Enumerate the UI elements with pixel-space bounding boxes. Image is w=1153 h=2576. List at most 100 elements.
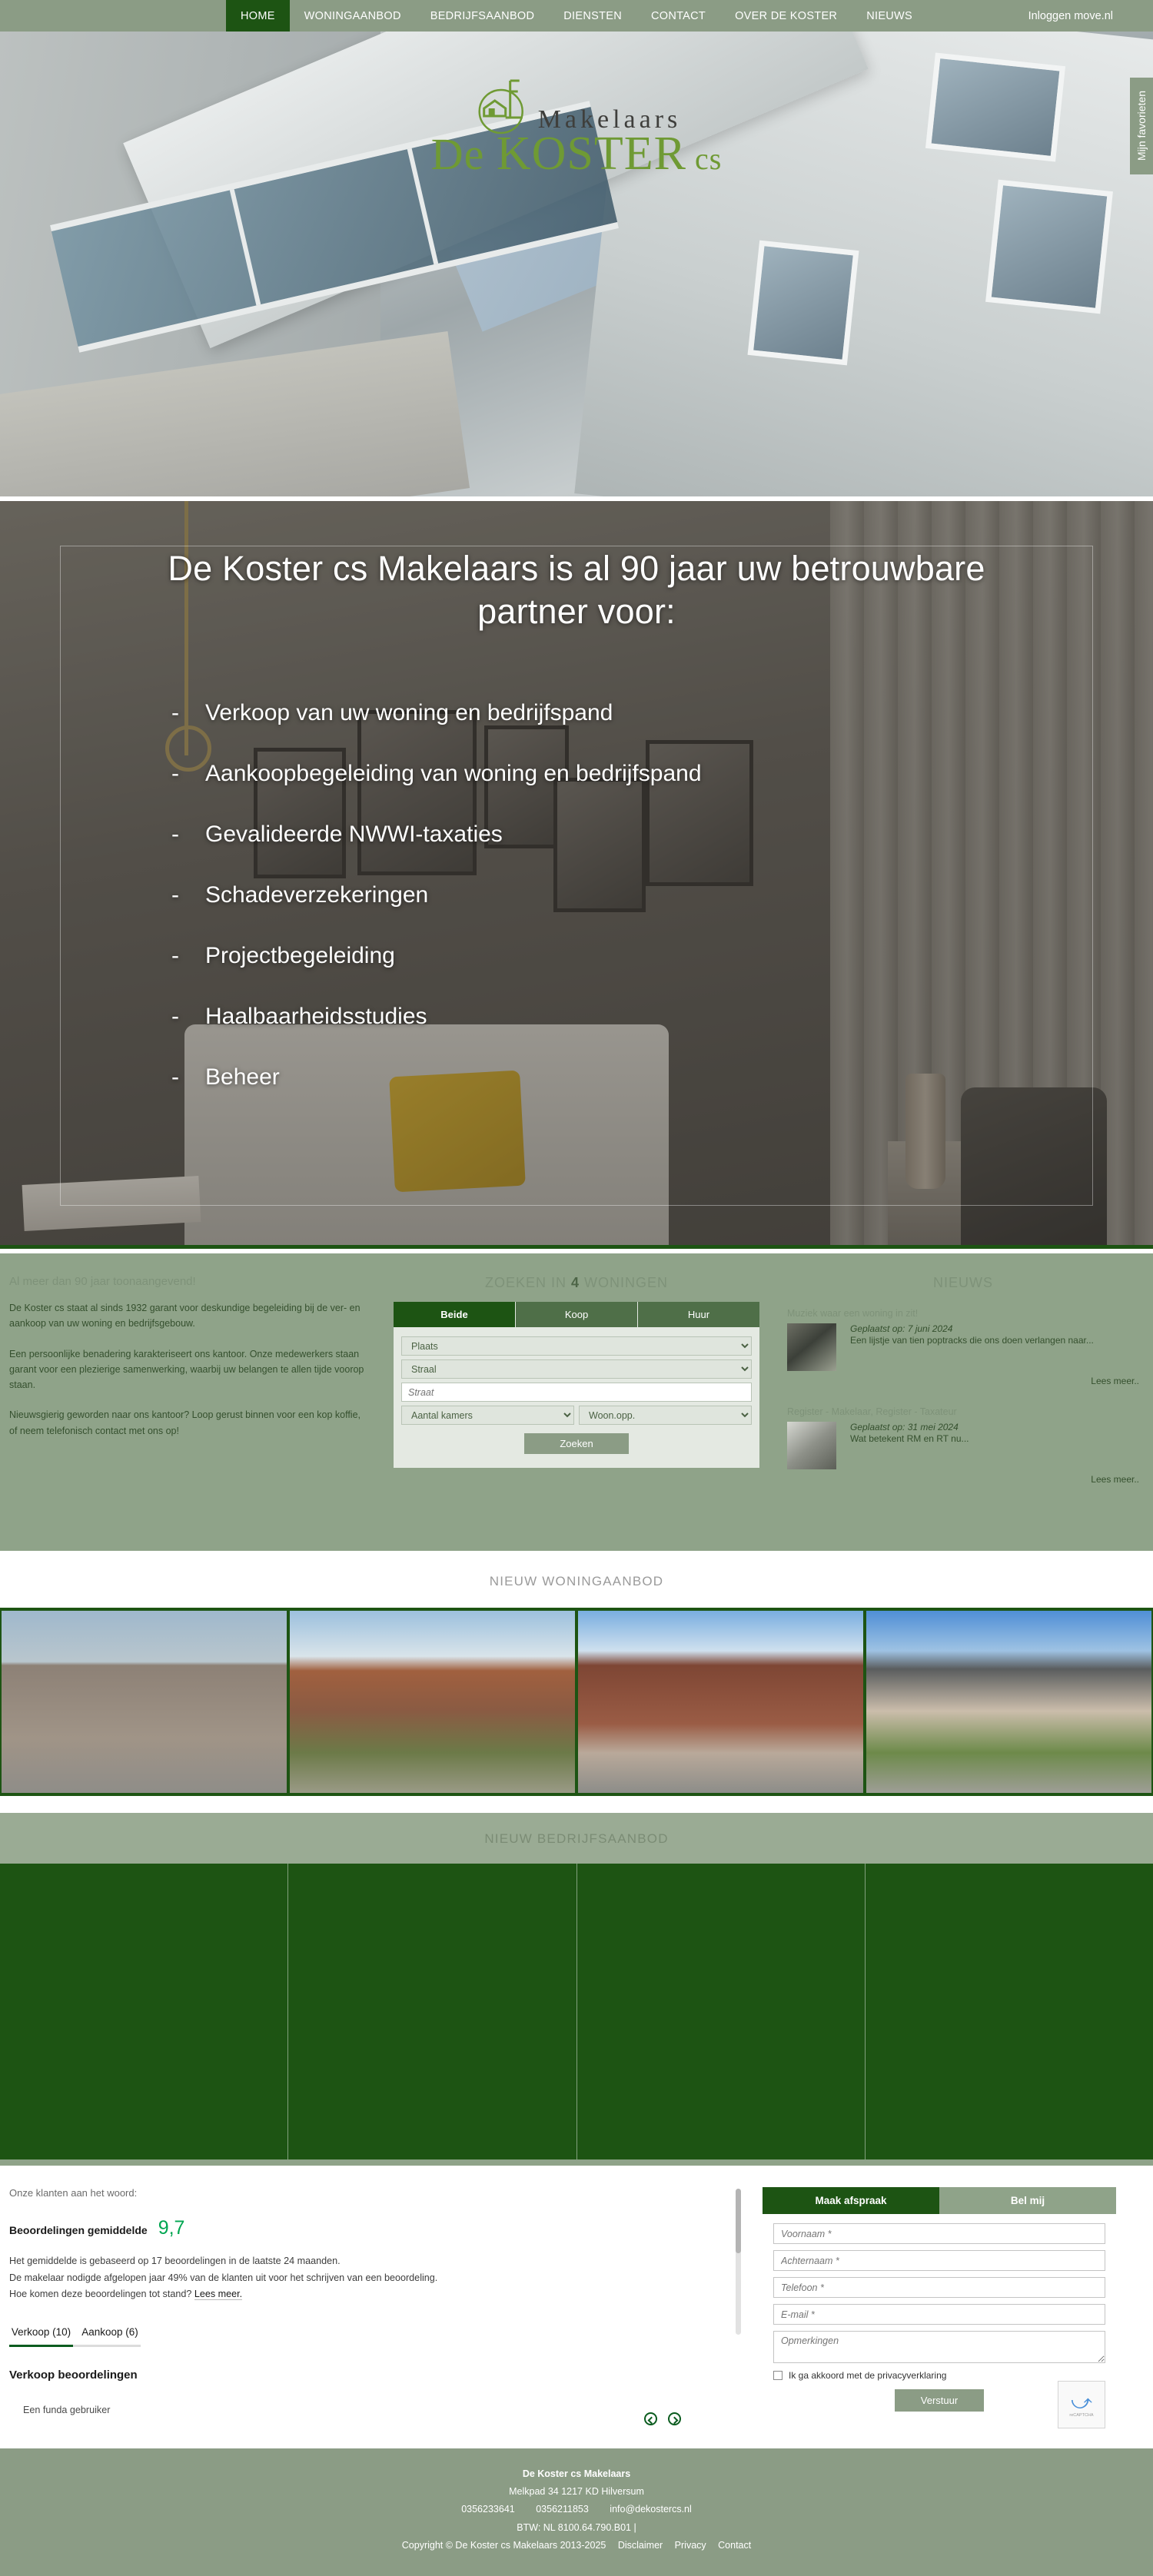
search-heading-post: WONINGEN: [580, 1275, 669, 1290]
recaptcha-widget[interactable]: ⤻ reCAPTCHA: [1058, 2381, 1105, 2429]
info-strip: Al meer dan 90 jaar toonaangevend! De Ko…: [0, 1253, 1153, 1551]
nav-item-home[interactable]: HOME: [225, 0, 290, 32]
reviews-tab-verkoop[interactable]: Verkoop (10): [9, 2326, 73, 2347]
remarks-field[interactable]: [773, 2331, 1105, 2363]
search-column: ZOEKEN IN 4 WONINGEN Beide Koop Huur Pla…: [384, 1275, 769, 1505]
nav-item-bedrijfsaanbod[interactable]: BEDRIJFSAANBOD: [416, 0, 550, 32]
about-column: Al meer dan 90 jaar toonaangevend! De Ko…: [0, 1275, 384, 1505]
news-text-block: Geplaatst op: 7 juni 2024 Een lijstje va…: [850, 1323, 1094, 1371]
privacy-consent-row: Ik ga akkoord met de privacyverklaring: [773, 2369, 1105, 2382]
footer-link-privacy[interactable]: Privacy: [675, 2540, 706, 2551]
reviews-pagination: [644, 2412, 681, 2426]
listing-photo: [290, 1611, 575, 1793]
nav-item-over-de-koster[interactable]: OVER DE KOSTER: [720, 0, 852, 32]
search-select-woonopp[interactable]: Woon.opp.: [579, 1406, 752, 1425]
listing-card[interactable]: [0, 1608, 288, 1796]
news-item-excerpt: Een lijstje van tien poptracks die ons d…: [850, 1335, 1094, 1346]
hero-message-banner: De Koster cs Makelaars is al 90 jaar uw …: [0, 496, 1153, 1253]
search-fields: Plaats Straal Aantal kamers Woon.opp.: [394, 1327, 759, 1454]
news-item-excerpt: Wat betekent RM en RT nu...: [850, 1433, 969, 1444]
reviews-tab-aankoop[interactable]: Aankoop (6): [79, 2326, 141, 2347]
previous-arrow-icon[interactable]: [644, 2412, 657, 2426]
site-logo[interactable]: Makelaars De KOSTER cs: [431, 78, 723, 178]
woningaanbod-heading: NIEUW WONINGAANBOD: [0, 1551, 1153, 1608]
reviews-read-more-link[interactable]: Lees meer.: [194, 2289, 243, 2301]
first-name-field[interactable]: [773, 2223, 1105, 2244]
banner-title: De Koster cs Makelaars is al 90 jaar uw …: [168, 549, 985, 632]
favorites-tab-label: Mijn favorieten: [1135, 91, 1148, 161]
search-row-extra: Aantal kamers Woon.opp.: [401, 1406, 752, 1429]
search-card: Beide Koop Huur Plaats Straal Aantal kam…: [394, 1302, 759, 1468]
form-body: Ik ga akkoord met de privacyverklaring V…: [763, 2214, 1116, 2429]
listing-card[interactable]: [576, 1608, 865, 1796]
reviews-scrollbar-thumb[interactable]: [736, 2189, 741, 2253]
search-tab-huur[interactable]: Huur: [638, 1302, 759, 1327]
search-select-kamers[interactable]: Aantal kamers: [401, 1406, 574, 1425]
last-name-field[interactable]: [773, 2250, 1105, 2271]
list-item-label: Schadeverzekeringen: [205, 881, 429, 908]
list-dash: -: [171, 942, 179, 968]
listing-card[interactable]: [577, 1864, 866, 2159]
submit-button[interactable]: Verstuur: [894, 2389, 985, 2412]
nav-item-diensten[interactable]: DIENSTEN: [549, 0, 636, 32]
list-item-label: Verkoop van uw woning en bedrijfspand: [205, 699, 613, 725]
login-link[interactable]: Inloggen move.nl: [1028, 0, 1113, 32]
reviews-and-form-section: Onze klanten aan het woord: Beoordelinge…: [0, 2166, 1153, 2449]
footer-phone-2[interactable]: 0356211853: [536, 2504, 589, 2515]
listing-photo: [2, 1611, 287, 1793]
news-item[interactable]: Register - Makelaar, Register - Taxateur…: [787, 1406, 1139, 1485]
listing-card[interactable]: [865, 1608, 1153, 1796]
reviews-average-value: 9,7: [158, 2217, 185, 2239]
news-read-more-link[interactable]: Lees meer..: [787, 1474, 1139, 1485]
next-arrow-icon[interactable]: [668, 2412, 681, 2426]
privacy-consent-checkbox[interactable]: [773, 2371, 783, 2380]
reviews-scrollbar[interactable]: [736, 2189, 741, 2335]
nav-item-nieuws[interactable]: NIEUWS: [852, 0, 927, 32]
list-dash: -: [171, 699, 179, 725]
search-select-plaats[interactable]: Plaats: [401, 1336, 752, 1356]
banner-service-list: - Verkoop van uw woning en bedrijfspand -…: [142, 699, 1011, 1090]
search-input-straat[interactable]: [401, 1383, 752, 1402]
cookie-consent-bar: Deze website maakt gebruik van cookies. …: [0, 1245, 1153, 1249]
nav-item-woningaanbod[interactable]: WONINGAANBOD: [290, 0, 416, 32]
search-tab-koop[interactable]: Koop: [516, 1302, 638, 1327]
footer-address: Melkpad 34 1217 KD Hilversum: [509, 2486, 644, 2498]
listing-card[interactable]: [0, 1864, 289, 2159]
email-field[interactable]: [773, 2304, 1105, 2325]
search-tab-beide[interactable]: Beide: [394, 1302, 516, 1327]
news-read-more-link[interactable]: Lees meer..: [787, 1376, 1139, 1386]
list-item: - Haalbaarheidsstudies: [171, 1003, 1011, 1029]
news-column: NIEUWS Muziek waar een woning in zit! Ge…: [769, 1275, 1153, 1505]
footer-phone-1[interactable]: 0356233641: [461, 2504, 515, 2515]
phone-field[interactable]: [773, 2277, 1105, 2298]
spacer: [0, 2159, 1153, 2166]
photo-shape-window-1: [925, 52, 1066, 162]
list-dash: -: [171, 1064, 179, 1090]
footer-copyright-row: Copyright © De Koster cs Makelaars 2013-…: [0, 2537, 1153, 2554]
listing-card[interactable]: [866, 1864, 1153, 2159]
spacer: [0, 1796, 1153, 1813]
nav-item-contact[interactable]: CONTACT: [636, 0, 720, 32]
homepage: HOME WONINGAANBOD BEDRIJFSAANBOD DIENSTE…: [0, 0, 1153, 2576]
news-heading: NIEUWS: [933, 1275, 993, 1290]
footer-email[interactable]: info@dekostercs.nl: [610, 2504, 692, 2515]
footer-link-disclaimer[interactable]: Disclaimer: [618, 2540, 663, 2551]
reviews-kicker: Onze klanten aan het woord:: [9, 2187, 138, 2199]
news-item[interactable]: Muziek waar een woning in zit! Geplaatst…: [787, 1308, 1139, 1386]
form-tab-maak-afspraak[interactable]: Maak afspraak: [763, 2187, 939, 2214]
listing-card[interactable]: [288, 1864, 577, 2159]
site-footer: De Koster cs Makelaars Melkpad 34 1217 K…: [0, 2448, 1153, 2576]
list-item: - Schadeverzekeringen: [171, 881, 1011, 908]
form-tab-bel-mij[interactable]: Bel mij: [939, 2187, 1116, 2214]
list-dash: -: [171, 821, 179, 847]
search-heading-count: 4: [571, 1275, 580, 1290]
news-item-body: Geplaatst op: 7 juni 2024 Een lijstje va…: [787, 1323, 1139, 1371]
footer-link-contact[interactable]: Contact: [718, 2540, 751, 2551]
listing-card[interactable]: [288, 1608, 576, 1796]
listing-photo: [578, 1611, 863, 1793]
search-submit-button[interactable]: Zoeken: [524, 1433, 629, 1454]
list-item-label: Haalbaarheidsstudies: [205, 1003, 427, 1029]
favorites-tab[interactable]: Mijn favorieten: [1130, 78, 1153, 174]
search-select-straal[interactable]: Straal: [401, 1359, 752, 1379]
privacy-consent-label: Ik ga akkoord met de privacyverklaring: [789, 2370, 947, 2381]
